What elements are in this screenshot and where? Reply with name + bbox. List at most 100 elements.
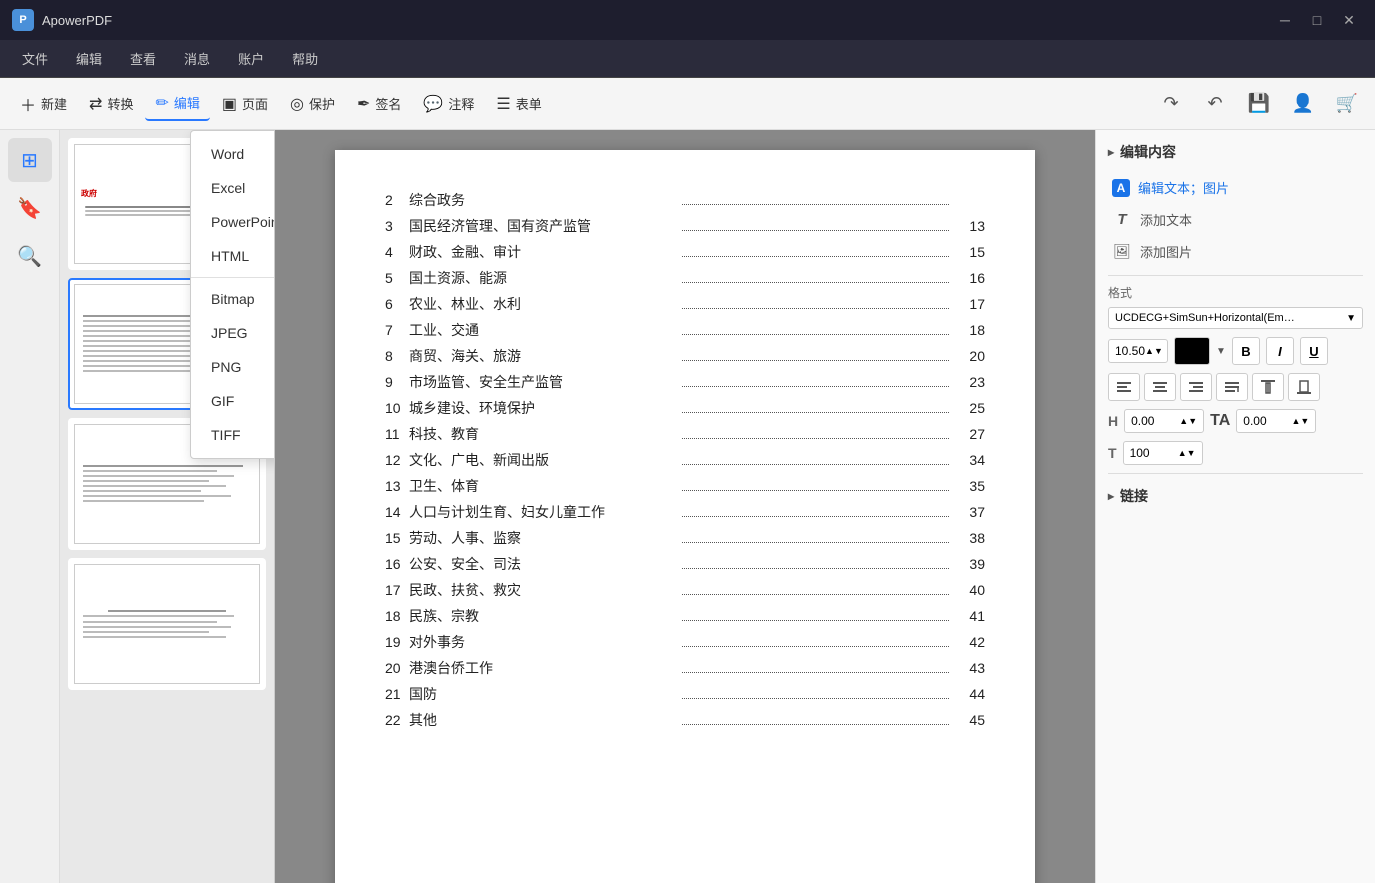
font-size-input[interactable]: 10.50 ▲▼	[1108, 339, 1168, 363]
dropdown-png[interactable]: PNG	[191, 350, 275, 384]
valign-bottom-button[interactable]	[1288, 373, 1320, 401]
tool-convert[interactable]: ⇄ 转换	[79, 88, 143, 120]
menu-message[interactable]: 消息	[170, 43, 224, 74]
edit-text-image-icon: A	[1112, 179, 1130, 197]
account-button[interactable]: 👤	[1285, 86, 1321, 122]
menu-account[interactable]: 账户	[224, 43, 278, 74]
justify-button[interactable]	[1216, 373, 1248, 401]
add-image-button[interactable]: 🖼 添加图片	[1108, 235, 1363, 267]
dropdown-excel[interactable]: Excel	[191, 171, 275, 205]
valign-top-button[interactable]	[1252, 373, 1284, 401]
pdf-content-area[interactable]: 2 综合政务 3 国民经济管理、国有资产监管 13 4 财政、金融、审计 15 …	[275, 130, 1095, 883]
tool-edit[interactable]: ✏ 编辑	[145, 87, 209, 121]
new-icon: ＋	[20, 92, 36, 116]
tool-sign-label: 签名	[375, 94, 401, 113]
toc-item-13: 13 卫生、体育 35	[385, 476, 985, 496]
pages-panel-button[interactable]: ⊞	[8, 138, 52, 182]
cart-button[interactable]: 🛒	[1329, 86, 1365, 122]
toc-item-4: 4 财政、金融、审计 15	[385, 242, 985, 262]
search-panel-button[interactable]: 🔍	[8, 234, 52, 278]
scale-input[interactable]: 100 ▲▼	[1123, 441, 1203, 465]
font-family-select[interactable]: UCDECG+SimSun+Horizontal(Embed ▼	[1108, 307, 1363, 329]
dropdown-jpeg[interactable]: JPEG	[191, 316, 275, 350]
font-size-color-row: 10.50 ▲▼ ▼ B I U	[1108, 337, 1363, 365]
position-h-input[interactable]: 0.00 ▲▼	[1124, 409, 1204, 433]
left-panel: ⊞ 🔖 🔍	[0, 130, 60, 883]
title-bar-left: P ApowerPDF	[12, 9, 112, 31]
sign-icon: ✒	[357, 94, 370, 114]
menu-edit[interactable]: 编辑	[62, 43, 116, 74]
undo-button[interactable]: ↶	[1197, 86, 1233, 122]
bookmark-panel-button[interactable]: 🔖	[8, 186, 52, 230]
dropdown-html[interactable]: HTML	[191, 239, 275, 273]
menu-view[interactable]: 查看	[116, 43, 170, 74]
edit-text-image-label: 编辑文本；图片	[1138, 178, 1229, 197]
tool-convert-label: 转换	[107, 94, 133, 113]
toc-item-19: 19 对外事务 42	[385, 632, 985, 652]
toc-item-8: 8 商贸、海关、旅游 20	[385, 346, 985, 366]
tool-comment[interactable]: 💬 注释	[413, 88, 484, 120]
toc-item-6: 6 农业、林业、水利 17	[385, 294, 985, 314]
align-right-button[interactable]	[1180, 373, 1212, 401]
dropdown-gif[interactable]: GIF	[191, 384, 275, 418]
pdf-page: 2 综合政务 3 国民经济管理、国有资产监管 13 4 财政、金融、审计 15 …	[335, 150, 1035, 883]
position-ta-value: 0.00	[1243, 414, 1266, 428]
pos-ta-stepper: ▲▼	[1291, 416, 1309, 426]
align-center-button[interactable]	[1144, 373, 1176, 401]
menu-bar: 文件 编辑 查看 消息 账户 帮助	[0, 40, 1375, 78]
position-ta-input[interactable]: 0.00 ▲▼	[1236, 409, 1316, 433]
justify-icon	[1224, 379, 1240, 395]
add-image-icon: 🖼	[1112, 241, 1132, 261]
bold-button[interactable]: B	[1232, 337, 1260, 365]
font-family-dropdown-icon: ▼	[1346, 313, 1356, 324]
right-panel: ▸ 编辑内容 A 编辑文本；图片 T 添加文本 🖼 添加图片 格式 UCDECG…	[1095, 130, 1375, 883]
toc-item-21: 21 国防 44	[385, 684, 985, 704]
link-section[interactable]: ▸ 链接	[1108, 486, 1363, 506]
redo-button[interactable]: ↷	[1153, 86, 1189, 122]
position-h-label: H	[1108, 413, 1118, 429]
menu-help[interactable]: 帮助	[278, 43, 332, 74]
italic-button[interactable]: I	[1266, 337, 1294, 365]
dropdown-tiff[interactable]: TIFF	[191, 418, 275, 452]
font-family-row: UCDECG+SimSun+Horizontal(Embed ▼	[1108, 307, 1363, 329]
comment-icon: 💬	[423, 94, 443, 114]
minimize-button[interactable]: ─	[1271, 9, 1299, 31]
dropdown-powerpoint[interactable]: PowerPoint	[191, 205, 275, 239]
tool-page[interactable]: ▣ 页面	[212, 88, 278, 120]
thumbnail-page-4[interactable]	[68, 558, 266, 690]
maximize-button[interactable]: □	[1303, 9, 1331, 31]
toc-item-18: 18 民族、宗教 41	[385, 606, 985, 626]
scale-value: 100	[1130, 446, 1150, 460]
edit-text-image-button[interactable]: A 编辑文本；图片	[1108, 172, 1363, 203]
tool-new[interactable]: ＋ 新建	[10, 86, 77, 122]
edit-section-label: 编辑内容	[1120, 142, 1176, 162]
toc-item-22: 22 其他 45	[385, 710, 985, 730]
tool-protect[interactable]: ◎ 保护	[280, 88, 345, 120]
form-icon: ☰	[496, 94, 510, 114]
underline-button[interactable]: U	[1300, 337, 1328, 365]
tool-sign[interactable]: ✒ 签名	[347, 88, 411, 120]
add-text-label: 添加文本	[1140, 210, 1192, 229]
right-divider-2	[1108, 473, 1363, 474]
color-dropdown-icon: ▼	[1216, 346, 1226, 357]
dropdown-bitmap[interactable]: Bitmap	[191, 282, 275, 316]
tool-form[interactable]: ☰ 表单	[486, 88, 551, 120]
align-center-icon	[1152, 379, 1168, 395]
app-logo: P	[12, 9, 34, 31]
toc-item-17: 17 民政、扶贫、救灾 40	[385, 580, 985, 600]
add-text-button[interactable]: T 添加文本	[1108, 203, 1363, 235]
font-color-picker[interactable]	[1174, 337, 1210, 365]
save-button[interactable]: 💾	[1241, 86, 1277, 122]
edit-icon: ✏	[155, 93, 168, 113]
align-left-button[interactable]	[1108, 373, 1140, 401]
dropdown-word[interactable]: Word	[191, 137, 275, 171]
close-button[interactable]: ✕	[1335, 9, 1363, 31]
menu-file[interactable]: 文件	[8, 43, 62, 74]
add-image-label: 添加图片	[1140, 242, 1192, 261]
toc-item-7: 7 工业、交通 18	[385, 320, 985, 340]
tool-new-label: 新建	[41, 94, 67, 113]
toc-item-20: 20 港澳台侨工作 43	[385, 658, 985, 678]
add-text-icon: T	[1112, 209, 1132, 229]
window-controls: ─ □ ✕	[1271, 9, 1363, 31]
toc-item-14: 14 人口与计划生育、妇女儿童工作 37	[385, 502, 985, 522]
